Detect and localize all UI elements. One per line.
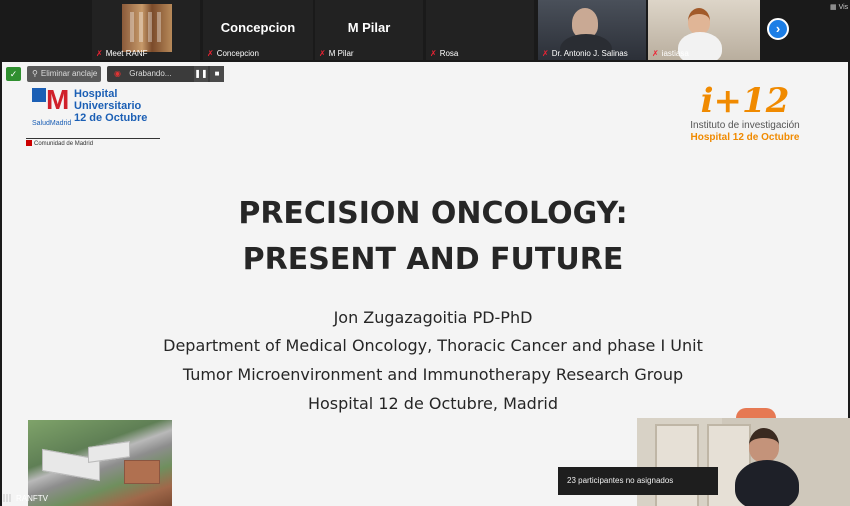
recording-indicator: ◉ Grabando... ❚❚ ■ — [107, 66, 224, 82]
slide-title-line2: PRESENT AND FUTURE — [242, 242, 624, 277]
speaker-face — [749, 428, 779, 462]
participant-video-face — [688, 8, 710, 34]
muted-mic-icon: ✗ — [652, 49, 659, 58]
participant-name: Rosa — [439, 49, 459, 58]
hospital-logo: M Hospital Universitario 12 de Octubre S… — [26, 86, 166, 152]
shield-icon[interactable]: ✓ — [6, 67, 21, 81]
participant-tile-m-pilar[interactable]: M Pilar ✗ M Pilar — [315, 0, 423, 60]
next-participants-button[interactable]: › — [767, 18, 789, 40]
participant-tile-iastiasa[interactable]: ✗ iastiasa — [648, 0, 760, 60]
participant-tile-concepcion[interactable]: Concepcion ✗ Concepcion — [203, 0, 313, 60]
participant-strip: ✗ Meet RANF Concepcion ✗ Concepcion M Pila… — [0, 0, 850, 62]
participant-tile-meet-ranf[interactable]: ✗ Meet RANF — [92, 0, 200, 60]
participant-tile-antonio[interactable]: ✗ Dr. Antonio J. Salinas — [538, 0, 646, 60]
participant-display-name: M Pilar — [347, 20, 391, 35]
participant-name: Concepcion — [216, 49, 259, 58]
participant-name: M Pilar — [328, 49, 354, 58]
slide-affiliation-3: Hospital 12 de Octubre, Madrid — [307, 394, 559, 413]
chevron-right-icon: › — [775, 21, 781, 36]
muted-mic-icon: ✗ — [542, 49, 549, 58]
muted-mic-icon: ✗ — [319, 49, 326, 58]
pin-icon: ⚲ — [32, 69, 38, 78]
slide-affiliation-1: Department of Medical Oncology, Thoracic… — [163, 336, 703, 355]
slide-affiliation-2: Tumor Microenvironment and Immunotherapy… — [182, 365, 684, 384]
stop-icon: ■ — [214, 69, 220, 78]
muted-mic-icon: ✗ — [207, 49, 214, 58]
participant-name: iastiasa — [661, 49, 689, 58]
building-thumbnail — [122, 4, 172, 52]
muted-mic-icon: ✗ — [96, 49, 103, 58]
participant-tile-rosa[interactable]: ✗ Rosa — [426, 0, 534, 60]
unpin-button[interactable]: ⚲ Eliminar anclaje — [27, 66, 101, 82]
cross-icon — [32, 88, 46, 102]
participant-name: Meet RANF — [105, 49, 148, 58]
pause-recording-button[interactable]: ❚❚ — [194, 66, 208, 82]
recording-icon: ◉ — [114, 69, 121, 78]
pause-icon: ❚❚ — [194, 69, 208, 78]
participant-display-name: Concepcion — [220, 20, 296, 35]
participant-name: Dr. Antonio J. Salinas — [551, 49, 628, 58]
muted-mic-icon: ✗ — [430, 49, 437, 58]
institute-logo: i+12 Instituto de investigación Hospital… — [690, 81, 800, 143]
view-icon: ▦ — [830, 4, 837, 11]
signal-icon — [3, 494, 13, 502]
view-button[interactable]: ▦ Vis — [830, 3, 848, 11]
slide-title-line1: PRECISION ONCOLOGY: — [238, 196, 628, 231]
self-view-label: RANFTV — [3, 494, 48, 503]
stop-recording-button[interactable]: ■ — [210, 66, 224, 82]
slide-author: Jon Zugazagoitia PD-PhD — [333, 308, 533, 327]
unassigned-participants-toast[interactable]: 23 participantes no asignados — [558, 467, 718, 495]
hospital-campus-photo — [28, 420, 172, 506]
